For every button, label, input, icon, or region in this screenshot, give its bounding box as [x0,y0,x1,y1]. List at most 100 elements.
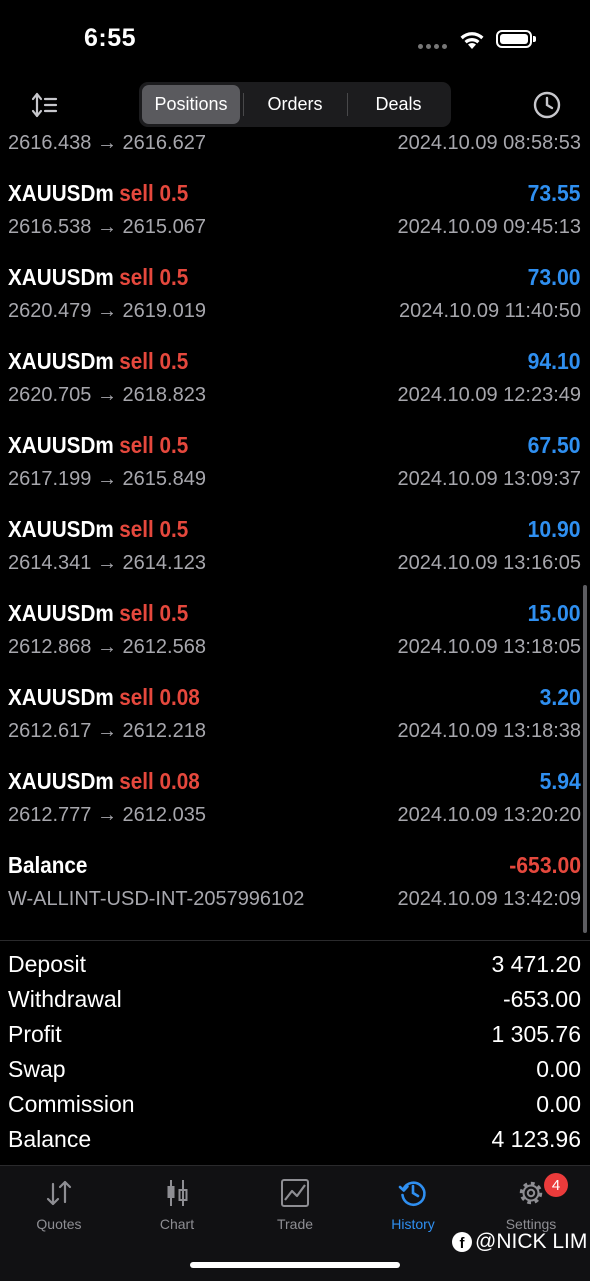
deal-profit: 5.94 [539,768,581,794]
summary-row-withdrawal: Withdrawal -653.00 [0,983,590,1018]
deal-symbol: XAUUSDm [8,348,114,374]
deal-type: sell 0.5 [119,348,189,374]
deal-type: sell 0.5 [119,432,189,458]
balance-label: Balance [8,852,88,878]
summary-label: Profit [8,1021,62,1047]
deal-symbol: XAUUSDm [8,684,114,710]
status-bar: 6:55 [0,0,590,80]
deal-type: sell 0.08 [119,684,200,710]
tab-chart[interactable]: Chart [118,1166,236,1246]
summary-label: Balance [8,1126,92,1152]
cellular-signal-icon [418,44,447,49]
tab-deals[interactable]: Deals [349,85,448,124]
deal-symbol: XAUUSDm [8,264,114,290]
history-toolbar: Positions Orders Deals [0,82,590,128]
tab-positions[interactable]: Positions [142,85,240,124]
list-item[interactable]: XAUUSDmsell 0.08 3.78 2616.438 → 2616.62… [0,128,590,178]
summary-label: Deposit [8,951,86,977]
deal-type: sell 0.5 [119,264,189,290]
list-item[interactable]: XAUUSDm sell 0.5 15.00 2612.868 → 2612.56… [0,598,590,682]
deal-prices: 2612.777 → 2612.035 [8,804,206,826]
summary-label: Swap [8,1056,66,1082]
deal-profit: 10.90 [528,516,581,542]
tab-label: Trade [276,1216,314,1232]
summary-row-profit: Profit 1 305.76 [0,1018,590,1053]
tab-orders[interactable]: Orders [245,85,345,124]
deal-datetime: 2024.10.09 08:58:53 [397,132,581,154]
deal-profit: 94.10 [528,348,581,374]
deal-prices: 2617.199 → 2615.849 [8,468,206,490]
history-clock-icon [398,1181,426,1207]
list-item[interactable]: XAUUSDm sell 0.5 73.55 2616.538 → 2615.06… [0,178,590,262]
balance-list-item[interactable]: Balance -653.00 W-ALLINT-USD-INT-2057996… [0,850,590,934]
notification-badge: 4 [544,1173,568,1197]
list-item[interactable]: XAUUSDm sell 0.08 5.94 2612.777 → 2612.03… [0,766,590,850]
summary-value: -653.00 [502,986,581,1012]
balance-comment: W-ALLINT-USD-INT-2057996102 [8,888,305,910]
tab-label: Quotes [36,1216,82,1232]
deal-profit: 73.55 [528,180,581,206]
deal-prices: 2614.341 → 2614.123 [8,552,206,574]
scrollbar[interactable] [583,585,587,933]
deal-profit: 15.00 [528,600,581,626]
list-item[interactable]: XAUUSDm sell 0.5 73.00 2620.479 → 2619.01… [0,262,590,346]
candlestick-chart-icon [167,1180,188,1206]
wifi-icon [460,32,484,49]
summary-value: 4 123.96 [491,1126,581,1152]
deal-datetime: 2024.10.09 13:18:05 [397,636,581,658]
deal-datetime: 2024.10.09 13:09:37 [397,468,581,490]
tab-label: Chart [159,1216,195,1232]
history-list[interactable]: XAUUSDmsell 0.08 3.78 2616.438 → 2616.62… [0,128,590,940]
tab-quotes[interactable]: Quotes [0,1166,118,1246]
balance-datetime: 2024.10.09 13:42:09 [397,888,581,910]
list-item[interactable]: XAUUSDm sell 0.5 67.50 2617.199 → 2615.84… [0,430,590,514]
trade-line-chart-icon [281,1179,309,1207]
summary-value: 1 305.76 [491,1021,581,1047]
sort-icon[interactable] [30,91,58,119]
list-item[interactable]: XAUUSDm sell 0.5 10.90 2614.341 → 2614.12… [0,514,590,598]
quotes-arrows-icon [46,1180,72,1206]
deal-profit: 73.00 [528,264,581,290]
deal-symbol: XAUUSDm [8,432,114,458]
deal-datetime: 2024.10.09 09:45:13 [397,216,581,238]
deal-symbol: XAUUSDm [8,516,114,542]
divider [0,940,590,941]
history-summary: Deposit 3 471.20 Withdrawal -653.00 Prof… [0,948,590,1158]
list-item[interactable]: XAUUSDm sell 0.08 3.20 2612.617 → 2612.21… [0,682,590,766]
history-mode-segmented-control: Positions Orders Deals [139,82,451,127]
deal-datetime: 2024.10.09 11:40:50 [398,300,581,322]
deal-prices: 2616.538 → 2615.067 [8,216,206,238]
summary-value: 3 471.20 [491,951,581,977]
deal-type: sell 0.5 [119,180,189,206]
battery-icon [496,30,536,48]
facebook-icon: f [452,1232,472,1252]
deal-datetime: 2024.10.09 13:18:38 [397,720,581,742]
summary-row-commission: Commission 0.00 [0,1088,590,1123]
tab-trade[interactable]: Trade [236,1166,354,1246]
watermark: f @NICK LIM [452,1230,587,1254]
deal-datetime: 2024.10.09 13:20:20 [397,804,581,826]
summary-row-balance: Balance 4 123.96 [0,1123,590,1158]
deal-prices: 2612.617 → 2612.218 [8,720,206,742]
balance-amount: -653.00 [509,852,581,878]
deal-prices: 2620.479 → 2619.019 [8,300,206,322]
status-time: 6:55 [84,24,137,52]
summary-row-swap: Swap 0.00 [0,1053,590,1088]
deal-profit: 3.20 [539,684,581,710]
summary-value: 0.00 [536,1091,581,1117]
period-clock-icon[interactable] [531,89,563,121]
deal-prices: 2616.438 → 2616.627 [8,132,206,154]
home-indicator[interactable] [190,1262,400,1268]
deal-symbol: XAUUSDm [8,180,114,206]
deal-symbol: XAUUSDm [8,768,114,794]
deal-datetime: 2024.10.09 13:16:05 [397,552,581,574]
deal-datetime: 2024.10.09 12:23:49 [397,384,581,406]
deal-type: sell 0.08 [119,768,200,794]
summary-value: 0.00 [536,1056,581,1082]
deal-type: sell 0.5 [119,516,189,542]
list-item[interactable]: XAUUSDm sell 0.5 94.10 2620.705 → 2618.82… [0,346,590,430]
summary-label: Commission [8,1091,135,1117]
deal-type: sell 0.5 [119,600,189,626]
gear-icon [519,1181,543,1205]
deal-prices: 2612.868 → 2612.568 [8,636,206,658]
